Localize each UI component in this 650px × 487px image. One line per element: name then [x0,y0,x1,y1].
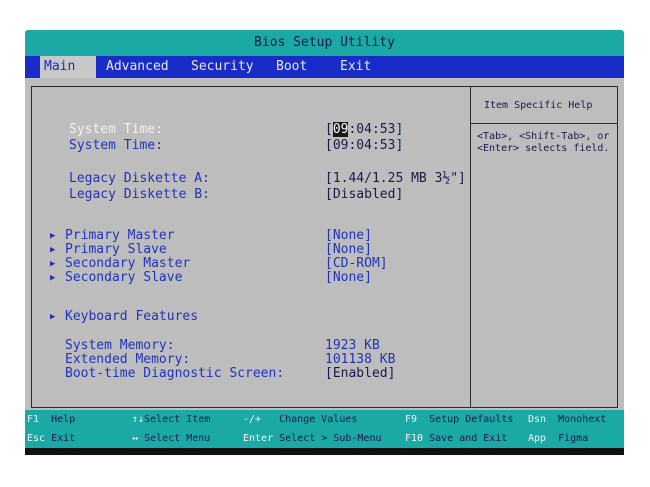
enter-desc: Select > Sub-Menu [279,433,382,444]
system-time-value-2[interactable]: [09:04:53] [325,138,403,153]
app-key: App [528,433,547,444]
system-time-hour[interactable]: 09 [332,122,349,137]
bottom-strip [25,448,624,455]
submenu-arrow-icon: ▶ [50,259,56,269]
help-line-1: <Tab>, <Shift-Tab>, or [477,131,610,142]
help-divider [471,123,618,124]
submenu-arrow-icon: ▶ [50,312,56,322]
footer-f1: F1 Help [27,414,75,426]
f1-key: F1 [27,414,40,425]
footer-f9: F9 Setup Defaults [405,414,513,426]
f9-key: F9 [405,414,418,425]
extended-memory-value: 101138 KB [325,352,396,367]
menu-advanced[interactable]: Advanced [106,56,169,78]
system-time-label: System Time: [69,122,163,137]
secondary-master-value[interactable]: [CD-ROM] [325,256,388,271]
menu-exit[interactable]: Exit [340,56,371,78]
bios-window: Bios Setup Utility Main Advanced Securit… [25,30,624,455]
submenu-arrow-icon: ▶ [50,231,56,241]
select-item-desc: Select Item [144,414,211,425]
key-help-bar: F1 Help Esc Exit ↑↓Select Item ↔ Select … [25,410,624,448]
system-time-field[interactable]: [09:04:53] [325,122,403,137]
primary-slave-value[interactable]: [None] [325,242,372,257]
secondary-slave-label[interactable]: Secondary Slave [65,270,182,285]
footer-f10: F10 Save and Exit [405,433,507,445]
menu-main[interactable]: Main [40,56,96,78]
keyboard-features-label[interactable]: Keyboard Features [65,309,198,324]
extended-memory-label: Extended Memory: [65,352,191,367]
esc-key: Esc [27,433,46,444]
boot-diagnostic-value[interactable]: [Enabled] [325,366,395,381]
submenu-arrow-icon: ▶ [50,273,56,283]
footer-esc: Esc Exit [27,433,75,445]
f10-key: F10 [405,433,424,444]
up-down-arrows-icon: ↑↓ [132,414,145,425]
submenu-arrow-icon: ▶ [50,245,56,255]
legacy-diskette-b-value[interactable]: [Disabled] [325,187,403,202]
help-text: <Tab>, <Shift-Tab>, or <Enter> selects f… [477,131,609,155]
plus-minus-key: -/+ [243,414,262,425]
legacy-diskette-a-value[interactable]: [1.44/1.25 MB 3½"] [325,171,466,186]
system-time-label-2: System Time: [69,138,163,153]
help-title: Item Specific Help [484,100,593,111]
esc-desc: Exit [51,433,76,444]
primary-master-label[interactable]: Primary Master [65,228,175,243]
f1-desc: Help [51,414,76,425]
footer-dsn: Dsn Monohext [528,414,606,426]
help-line-2: <Enter> selects field. [477,143,610,154]
primary-slave-label[interactable]: Primary Slave [65,242,167,257]
footer-select-item: ↑↓Select Item [132,414,210,426]
legacy-diskette-b-label: Legacy Diskette B: [69,187,210,202]
footer-select-menu: ↔ Select Menu [132,433,210,445]
select-menu-desc: Select Menu [144,433,211,444]
system-time-rest[interactable]: :04:53] [348,122,403,137]
f10-desc: Save and Exit [429,433,508,444]
footer-enter: Enter Select > Sub-Menu [243,433,382,445]
legacy-diskette-a-label: Legacy Diskette A: [69,171,210,186]
primary-master-value[interactable]: [None] [325,228,372,243]
boot-diagnostic-label: Boot-time Diagnostic Screen: [65,366,285,381]
secondary-master-label[interactable]: Secondary Master [65,256,190,271]
enter-key: Enter [243,433,274,444]
app-desc: Figma [558,433,589,444]
secondary-slave-value[interactable]: [None] [325,270,372,285]
menu-boot[interactable]: Boot [276,56,307,78]
system-memory-label: System Memory: [65,338,175,353]
dsn-desc: Monohext [558,414,607,425]
menu-security[interactable]: Security [191,56,254,78]
menu-bar: Main Advanced Security Boot Exit [25,56,624,78]
system-memory-value: 1923 KB [325,338,380,353]
change-values-desc: Change Values [279,414,358,425]
left-right-arrows-icon: ↔ [132,433,139,444]
footer-app: App Figma [528,433,588,445]
main-content: Item Specific Help <Tab>, <Shift-Tab>, o… [25,78,624,410]
panel-divider [470,87,471,407]
window-title: Bios Setup Utility [25,30,624,56]
footer-change-values: -/+ Change Values [243,414,357,426]
dsn-key: Dsn [528,414,547,425]
settings-panel: Item Specific Help <Tab>, <Shift-Tab>, o… [31,86,618,408]
f9-desc: Setup Defaults [429,414,514,425]
